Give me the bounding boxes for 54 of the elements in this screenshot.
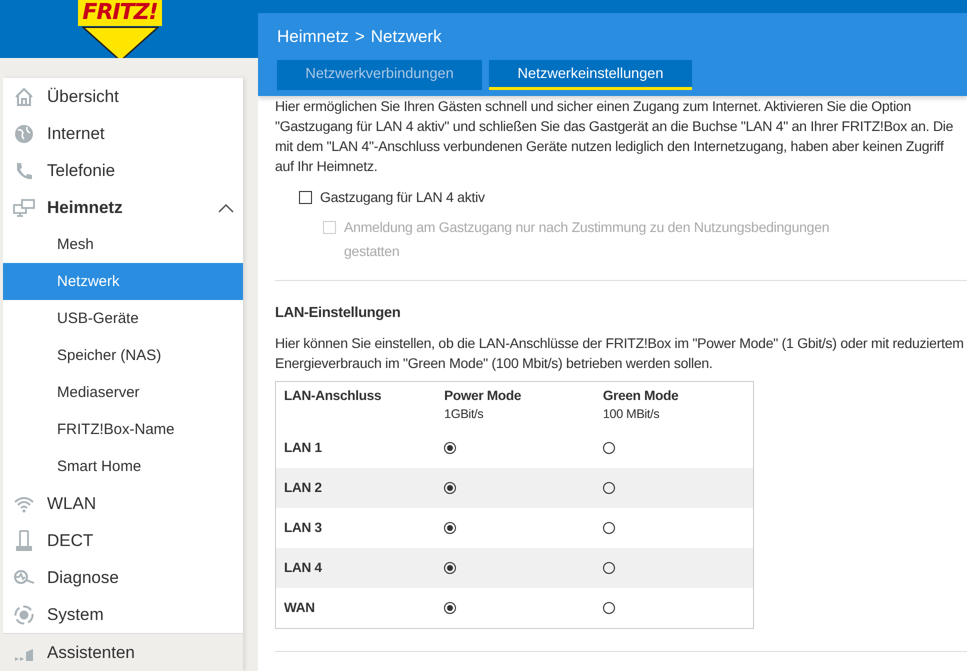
breadcrumb-link[interactable]: Heimnetz	[277, 26, 349, 46]
port-label: LAN 1	[284, 440, 322, 455]
port-label: WAN	[284, 600, 315, 615]
column-subheader: 1GBit/s	[444, 406, 484, 423]
system-icon	[13, 604, 35, 626]
network-icon	[13, 196, 35, 218]
sidebar-item[interactable]: Assistenten	[3, 633, 243, 671]
sidebar-item[interactable]: Heimnetz	[3, 189, 243, 226]
column-header: Green Mode	[602, 387, 680, 405]
sidebar-item[interactable]: Telefonie	[3, 152, 243, 189]
port-label: LAN 2	[284, 480, 322, 495]
column-header: LAN-Anschluss	[284, 387, 382, 405]
page-title: Netzwerk	[370, 26, 442, 46]
radio-button[interactable]	[444, 442, 456, 454]
port-label: LAN 3	[284, 520, 322, 535]
logo-icon	[82, 26, 159, 58]
sidebar-subitem[interactable]: Mesh	[3, 226, 243, 263]
sidebar-subitem[interactable]: Smart Home	[3, 448, 243, 485]
sidebar-subitem[interactable]: FRITZ!Box-Name	[3, 411, 243, 448]
globe-icon	[13, 122, 35, 144]
section-title: LAN-Einstellungen	[275, 304, 402, 323]
radio-button[interactable]	[444, 602, 456, 614]
sidebar-subitem[interactable]: Speicher (NAS)	[3, 337, 243, 374]
radio-button[interactable]	[602, 562, 615, 574]
breadcrumb-separator: >	[354, 26, 365, 46]
checkbox-label: Anmeldung am Gastzugang nur nach Zustimmung zu den Nutzungsbedingungen gestatten	[344, 218, 830, 261]
description-text: Hier ermöglichen Sie Ihren Gästen schnell und sicher einen Zugang zum Internet. Aktivieren Sie die Option "Gastzugang für LAN 4 aktiv" und schließen Sie das Gastgerät an die Buchse "LAN 4" an Ihrer FRITZ!Box an. Die mit dem "LAN 4"-Anschluss verbundenen Geräte nutzen lediglich den Internetzugang, haben aber keinen Zugriff auf Ihr Heimnetz.	[275, 97, 954, 176]
sidebar-item[interactable]: Übersicht	[3, 78, 243, 115]
logo-text: FRITZ!	[78, 0, 162, 26]
radio-button[interactable]	[602, 442, 615, 454]
sidebar-subitem[interactable]: USB-Geräte	[3, 300, 243, 337]
radio-button[interactable]	[602, 522, 615, 534]
checkbox-label: Gastzugang für LAN 4 aktiv	[320, 188, 485, 207]
sidebar-item[interactable]: DECT	[3, 522, 243, 559]
radio-button[interactable]	[602, 482, 615, 494]
sidebar-item[interactable]: Internet	[3, 115, 243, 152]
sidebar-item[interactable]: WLAN	[3, 485, 243, 522]
tab[interactable]: Netzwerkeinstellungen	[489, 60, 692, 90]
sidebar-item[interactable]: System	[3, 596, 243, 633]
radio-button[interactable]	[444, 522, 456, 534]
home-icon	[13, 86, 35, 108]
radio-button[interactable]	[602, 602, 615, 614]
description-text: Hier können Sie einstellen, ob die LAN-Anschlüsse der FRITZ!Box im "Power Mode" (1 Gbit/s) oder mit reduziertem Energieverbrauch im "Green Mode" (100 Mbit/s) betrieben werden sollen.	[275, 334, 965, 373]
sidebar-subitem[interactable]: Netzwerk	[3, 263, 243, 300]
sidebar-subitem[interactable]: Mediaserver	[3, 374, 243, 411]
radio-button[interactable]	[444, 562, 456, 574]
sidebar-item[interactable]: Diagnose	[3, 559, 243, 596]
column-subheader: 100 MBit/s	[602, 406, 660, 423]
column-header: Power Mode	[444, 387, 522, 405]
radio-button[interactable]	[444, 482, 456, 494]
chevron-icon[interactable]	[217, 202, 235, 214]
cordless-phone-icon	[13, 530, 35, 552]
checkbox[interactable]	[299, 191, 312, 204]
port-label: LAN 4	[284, 560, 322, 575]
